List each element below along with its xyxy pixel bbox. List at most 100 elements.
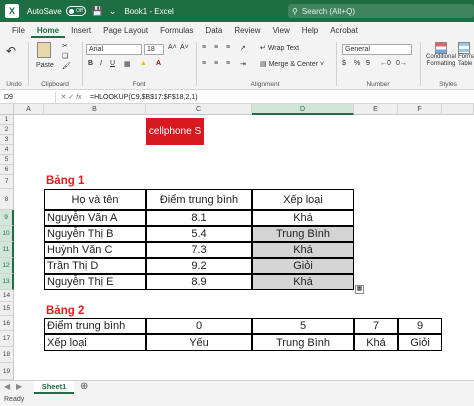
column-header-e[interactable]: E: [354, 104, 398, 115]
row-header[interactable]: 5: [0, 155, 14, 165]
align-middle-icon[interactable]: ≡: [214, 44, 218, 51]
table1-name-cell[interactable]: Trần Thị D: [44, 258, 146, 274]
table2-caption[interactable]: Bảng 2: [46, 303, 146, 318]
table1-grade-cell[interactable]: Giỏi: [252, 258, 354, 274]
row-header[interactable]: 9: [0, 210, 14, 226]
undo-icon[interactable]: ↶: [6, 44, 16, 58]
orientation-icon[interactable]: ↗: [240, 44, 246, 52]
formula-input[interactable]: =HLOOKUP(C9,$B$17:$F$18,2,1): [86, 94, 198, 101]
format-painter-icon[interactable]: 🖌: [62, 62, 71, 70]
decrease-font-icon[interactable]: A˅: [180, 44, 189, 51]
table1-score-cell[interactable]: 8.9: [146, 274, 252, 290]
font-color-icon[interactable]: A: [156, 60, 161, 67]
table1-name-cell[interactable]: Nguyễn Thị E: [44, 274, 146, 290]
autosave-toggle[interactable]: Off: [65, 6, 86, 16]
prev-sheet-icon[interactable]: ◀: [4, 382, 10, 391]
table1-name-cell[interactable]: Nguyễn Thị B: [44, 226, 146, 242]
row-header[interactable]: 7: [0, 175, 14, 189]
name-box[interactable]: D9: [0, 91, 56, 103]
select-all-corner[interactable]: [0, 104, 14, 115]
table2-grade-cell[interactable]: Khá: [354, 334, 398, 351]
sheet-tab-sheet1[interactable]: Sheet1: [34, 381, 74, 394]
wrap-text-button[interactable]: ↵ Wrap Text: [260, 44, 299, 52]
table1-name-cell[interactable]: Huỳnh Văn C: [44, 242, 146, 258]
row-header[interactable]: 16: [0, 316, 14, 331]
underline-button[interactable]: U: [110, 60, 115, 67]
add-sheet-icon[interactable]: ⊕: [80, 381, 88, 392]
table1-grade-cell[interactable]: Khá: [252, 242, 354, 258]
indent-icon[interactable]: ⇥: [240, 60, 246, 68]
save-icon[interactable]: 💾: [92, 6, 103, 17]
table2-score-cell[interactable]: 7: [354, 318, 398, 334]
paste-label[interactable]: Paste: [36, 62, 54, 69]
table1-score-cell[interactable]: 5.4: [146, 226, 252, 242]
row-header[interactable]: 19: [0, 363, 14, 380]
table1-grade-cell[interactable]: Trung Bình: [252, 226, 354, 242]
align-left-icon[interactable]: ≡: [202, 60, 206, 67]
row-header[interactable]: 12: [0, 258, 14, 274]
table1-grade-cell[interactable]: Khá: [252, 210, 354, 226]
number-format-select[interactable]: General: [342, 44, 412, 55]
row-header[interactable]: 18: [0, 347, 14, 363]
align-top-icon[interactable]: ≡: [202, 44, 206, 51]
row-header[interactable]: 15: [0, 302, 14, 316]
tab-formulas[interactable]: Formulas: [154, 24, 199, 38]
column-header-d[interactable]: D: [252, 104, 354, 115]
row-header[interactable]: 2: [0, 125, 14, 135]
copy-icon[interactable]: ❏: [62, 52, 68, 60]
tab-insert[interactable]: Insert: [65, 24, 97, 38]
increase-font-icon[interactable]: A˄: [168, 44, 177, 51]
row-header[interactable]: 1: [0, 115, 14, 125]
row-header[interactable]: 14: [0, 290, 14, 302]
row-header[interactable]: 8: [0, 189, 14, 210]
table1-header-grade[interactable]: Xếp loại: [252, 189, 354, 210]
comma-icon[interactable]: 9: [366, 60, 370, 67]
format-as-table-button[interactable]: Format as Table: [458, 42, 474, 68]
tab-help[interactable]: Help: [296, 24, 324, 38]
currency-icon[interactable]: $: [342, 60, 346, 67]
tab-page-layout[interactable]: Page Layout: [97, 24, 154, 38]
tab-review[interactable]: Review: [228, 24, 266, 38]
row-header[interactable]: 11: [0, 242, 14, 258]
table2-score-cell[interactable]: 9: [398, 318, 442, 334]
tab-file[interactable]: File: [6, 24, 31, 38]
table1-grade-cell[interactable]: Khá: [252, 274, 354, 290]
quick-analysis-icon[interactable]: ▦: [355, 285, 364, 294]
tab-data[interactable]: Data: [199, 24, 228, 38]
row-header[interactable]: 6: [0, 165, 14, 175]
next-sheet-icon[interactable]: ▶: [16, 382, 22, 391]
paste-icon[interactable]: [36, 42, 52, 60]
table1-score-cell[interactable]: 9.2: [146, 258, 252, 274]
column-header-c[interactable]: C: [146, 104, 252, 115]
cut-icon[interactable]: ✂: [62, 42, 68, 50]
tab-acrobat[interactable]: Acrobat: [324, 24, 364, 38]
table2-grade-cell[interactable]: Trung Bình: [252, 334, 354, 351]
conditional-formatting-button[interactable]: Conditional Formatting: [426, 42, 456, 68]
table2-grade-cell[interactable]: Giỏi: [398, 334, 442, 351]
increase-decimal-icon[interactable]: ←0: [380, 60, 391, 67]
table1-name-cell[interactable]: Nguyễn Văn A: [44, 210, 146, 226]
tab-home[interactable]: Home: [30, 24, 66, 38]
column-header-g[interactable]: [442, 104, 474, 115]
italic-button[interactable]: I: [100, 60, 102, 67]
search-box[interactable]: ⚲ Search (Alt+Q): [288, 4, 474, 18]
table1-header-score[interactable]: Điểm trung bình: [146, 189, 252, 210]
column-header-a[interactable]: A: [14, 104, 44, 115]
row-header[interactable]: 4: [0, 145, 14, 155]
column-header-f[interactable]: F: [398, 104, 442, 115]
fill-color-icon[interactable]: ▲: [140, 60, 147, 67]
cancel-icon[interactable]: ✕: [60, 94, 66, 101]
percent-icon[interactable]: %: [354, 60, 360, 67]
table2-score-cell[interactable]: 0: [146, 318, 252, 334]
table1-caption[interactable]: Bảng 1: [46, 174, 146, 188]
align-bottom-icon[interactable]: ≡: [226, 44, 230, 51]
qa-more-icon[interactable]: ⌄: [109, 6, 117, 17]
row-header[interactable]: 3: [0, 135, 14, 145]
table2-label-cell[interactable]: Điểm trung bình: [44, 318, 146, 334]
borders-icon[interactable]: ▦: [124, 60, 131, 68]
decrease-decimal-icon[interactable]: 0→: [396, 60, 407, 67]
table1-score-cell[interactable]: 8.1: [146, 210, 252, 226]
table2-grade-cell[interactable]: Yếu: [146, 334, 252, 351]
column-header-b[interactable]: B: [44, 104, 146, 115]
confirm-icon[interactable]: ✓: [68, 94, 74, 101]
